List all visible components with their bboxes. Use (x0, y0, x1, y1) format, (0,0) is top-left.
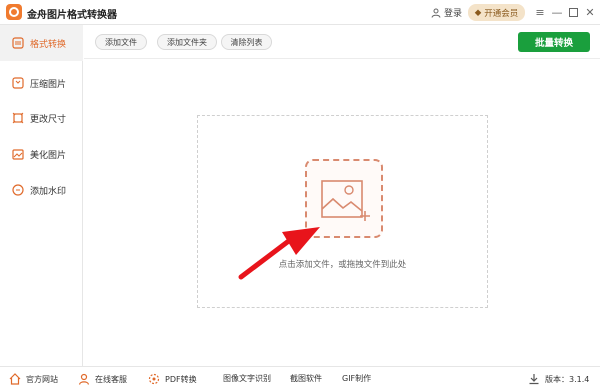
sidebar-item-label: 格式转换 (30, 39, 67, 50)
sidebar-item-beautify[interactable]: 美化图片 (0, 136, 83, 172)
watermark-icon (12, 184, 24, 196)
sidebar-item-label: 压缩图片 (30, 79, 67, 90)
footer-item-pdf[interactable]: PDF转换 (148, 373, 197, 385)
diamond-icon: ◆ (474, 7, 482, 18)
title-bar: 金舟图片格式转换器 登录 ◆ 开通会员 ≡ — ✕ (0, 0, 600, 25)
sidebar-item-watermark[interactable]: 添加水印 (0, 172, 83, 208)
footer-item-ocr[interactable]: 图像文字识别 (223, 373, 271, 384)
footer-item-screenshot[interactable]: 截图软件 (290, 373, 322, 384)
footer-item-website[interactable]: 官方网站 (9, 373, 58, 385)
app-title: 金舟图片格式转换器 (27, 10, 117, 21)
member-button[interactable]: ◆ 开通会员 (468, 4, 525, 21)
support-icon (78, 373, 90, 385)
sidebar: 格式转换 压缩图片 更改尺寸 美化图片 添加水印 (0, 25, 83, 366)
footer-label: 在线客服 (95, 374, 127, 384)
sidebar-item-label: 美化图片 (30, 150, 67, 161)
download-icon (528, 373, 540, 385)
pdf-icon (148, 373, 160, 385)
batch-convert-button[interactable]: 批量转换 (518, 32, 590, 52)
add-file-button[interactable]: 添加文件 (95, 34, 147, 50)
home-icon (9, 373, 21, 385)
toolbar: 添加文件 添加文件夹 清除列表 批量转换 (84, 25, 600, 59)
footer-item-gif[interactable]: GIF制作 (342, 373, 371, 384)
footer-label: 官方网站 (26, 374, 58, 384)
sidebar-item-label: 更改尺寸 (30, 114, 67, 125)
footer-label: 截图软件 (290, 374, 322, 383)
close-icon[interactable]: ✕ (583, 5, 597, 19)
menu-icon[interactable]: ≡ (533, 5, 547, 19)
login-button[interactable]: 登录 (431, 6, 462, 19)
sidebar-item-format-convert[interactable]: 格式转换 (0, 25, 83, 61)
footer-label: 图像文字识别 (223, 374, 271, 383)
compress-icon (12, 77, 24, 89)
footer: 官方网站 在线客服 PDF转换 图像文字识别 截图软件 GIF制作 版本：3.1… (0, 366, 600, 389)
version-label: 版本：3.1.4 (545, 374, 590, 384)
sidebar-item-compress[interactable]: 压缩图片 (0, 65, 83, 101)
minimize-icon[interactable]: — (550, 5, 564, 19)
login-label: 登录 (444, 9, 463, 19)
sidebar-item-label: 添加水印 (30, 186, 67, 197)
clear-list-button[interactable]: 清除列表 (221, 34, 272, 50)
app-logo (6, 4, 22, 20)
format-convert-icon (12, 37, 24, 49)
footer-item-support[interactable]: 在线客服 (78, 373, 127, 385)
user-icon (431, 8, 441, 18)
beautify-icon (12, 148, 24, 160)
pointer-arrow-icon (238, 227, 320, 280)
add-folder-button[interactable]: 添加文件夹 (157, 34, 217, 50)
maximize-icon[interactable] (566, 5, 580, 19)
member-label: 开通会员 (484, 8, 519, 19)
footer-label: GIF制作 (342, 374, 372, 383)
resize-icon (12, 112, 24, 124)
footer-label: PDF转换 (165, 374, 197, 384)
sidebar-item-resize[interactable]: 更改尺寸 (0, 100, 83, 136)
version-info: 版本：3.1.4 (528, 373, 589, 385)
